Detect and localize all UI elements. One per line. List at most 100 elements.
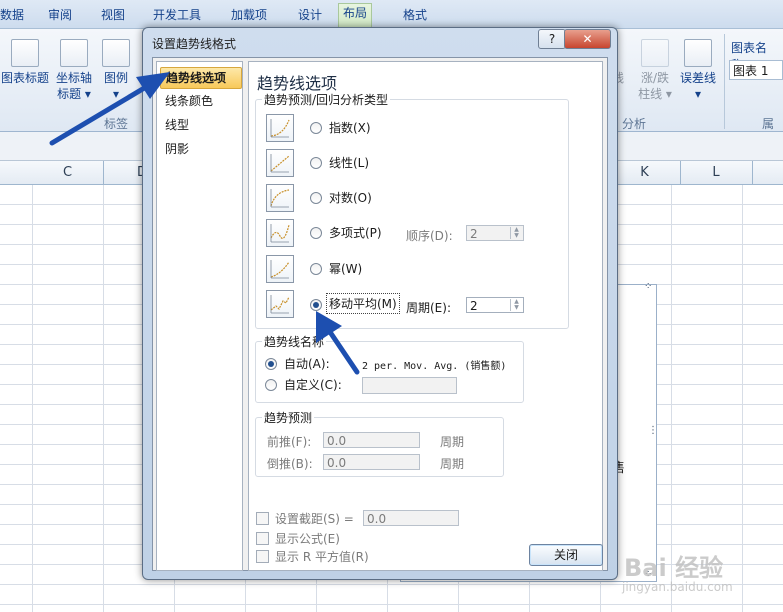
nav-item-shadow[interactable]: 阴影	[160, 139, 240, 159]
watermark: Bai 经验 jingyan.baidu.com	[604, 540, 779, 606]
forecast-group-label: 趋势预测	[262, 409, 315, 426]
exponential-label: 指数(X)	[329, 121, 371, 135]
tab-developer[interactable]: 开发工具	[153, 6, 201, 23]
backward-input[interactable]: 0.0	[323, 454, 420, 470]
options-panel: 趋势线选项 趋势预测/回归分析类型 指数(X) 线性(L) 对数(O) 多项式(…	[248, 61, 603, 571]
dialog-client-area: 趋势线选项 线条颜色 线型 阴影 趋势线选项 趋势预测/回归分析类型 指数(X)…	[152, 57, 608, 571]
nav-item-line-style[interactable]: 线型	[160, 115, 240, 135]
analysis-group-label: 分析	[622, 117, 647, 131]
watermark-url: jingyan.baidu.com	[622, 580, 733, 594]
power-trend-icon	[270, 260, 290, 279]
set-intercept-label: 设置截距(S) =	[275, 512, 354, 526]
nav-item-trendline-options[interactable]: 趋势线选项	[160, 67, 242, 89]
logarithmic-trend-icon	[266, 184, 294, 212]
watermark-logo: Bai 经验	[624, 554, 724, 582]
tab-data[interactable]: 数据	[0, 6, 24, 23]
moving-average-radio[interactable]	[310, 299, 322, 311]
show-equation-label: 显示公式(E)	[275, 532, 340, 546]
polynomial-trend-icon	[266, 219, 294, 247]
spin-arrows-icon[interactable]: ▲ ▼	[510, 227, 522, 239]
logarithmic-label: 对数(O)	[329, 191, 372, 205]
tab-design[interactable]: 设计	[298, 6, 322, 23]
trendline-name-group-label: 趋势线名称	[262, 333, 327, 350]
help-icon: ?	[548, 32, 556, 46]
polynomial-label: 多项式(P)	[329, 226, 382, 240]
show-r-squared-checkbox[interactable]	[256, 550, 269, 563]
tab-review[interactable]: 审阅	[48, 6, 72, 23]
legend-icon	[102, 39, 130, 67]
error-bars-button[interactable]: 误差线 ▾	[677, 39, 719, 102]
moving-average-trend-icon	[266, 290, 294, 318]
auto-name-label: 自动(A):	[284, 357, 330, 371]
forward-unit: 周期	[440, 435, 465, 449]
error-bars-icon	[684, 39, 712, 67]
intercept-input[interactable]: 0.0	[363, 510, 459, 526]
dialog-title: 设置趋势线格式	[152, 37, 237, 51]
chart-title-icon	[11, 39, 39, 67]
tab-layout[interactable]: 布局	[338, 3, 373, 29]
auto-name-value: 2 per. Mov. Avg. (销售额)	[362, 361, 507, 372]
show-r-squared-label: 显示 R 平方值(R)	[275, 550, 369, 564]
legend-button[interactable]: 图例 ▾	[98, 39, 134, 102]
close-button[interactable]: 关闭	[529, 544, 603, 566]
period-stepper[interactable]: 2 ▲ ▼	[466, 297, 524, 313]
order-stepper[interactable]: 2 ▲ ▼	[466, 225, 524, 241]
custom-name-radio[interactable]	[265, 379, 277, 391]
power-radio[interactable]	[310, 263, 322, 275]
axis-title-button[interactable]: 坐标轴 标题 ▾	[52, 39, 96, 102]
linear-trend-icon	[270, 154, 290, 173]
trendline-name-group: 趋势线名称 自动(A): 2 per. Mov. Avg. (销售额) 自定义(…	[255, 333, 524, 403]
logarithmic-trend-icon	[270, 189, 290, 208]
logarithmic-radio[interactable]	[310, 192, 322, 204]
exponential-trend-icon	[266, 114, 294, 142]
linear-label: 线性(L)	[329, 156, 370, 170]
set-intercept-checkbox[interactable]	[256, 512, 269, 525]
exponential-trend-icon	[270, 119, 290, 138]
power-label: 幂(W)	[329, 262, 363, 276]
show-equation-checkbox[interactable]	[256, 532, 269, 545]
custom-name-label: 自定义(C):	[284, 378, 342, 392]
ribbon-tab-bar: 数据 审阅 视图 开发工具 加载项 设计 布局 格式	[0, 0, 783, 29]
up-down-bars-icon	[641, 39, 669, 67]
linear-trend-icon	[266, 149, 294, 177]
axis-title-icon	[60, 39, 88, 67]
group-separator	[724, 34, 725, 129]
custom-name-input[interactable]	[362, 377, 457, 394]
tab-format[interactable]: 格式	[403, 6, 427, 23]
order-label: 顺序(D):	[406, 229, 453, 243]
close-icon: ✕	[582, 32, 593, 46]
chart-resize-handle[interactable]: ⁘	[644, 281, 652, 292]
up-down-bars-button[interactable]: 涨/跌 柱线 ▾	[634, 39, 676, 102]
column-header-c[interactable]: C	[32, 161, 104, 184]
column-header-k[interactable]: K	[609, 161, 681, 184]
help-button[interactable]: ?	[538, 29, 566, 49]
exponential-radio[interactable]	[310, 122, 322, 134]
tab-view[interactable]: 视图	[101, 6, 125, 23]
moving-average-label: 移动平均(M)	[326, 293, 400, 314]
category-nav: 趋势线选项 线条颜色 线型 阴影	[156, 61, 243, 571]
moving-average-trend-icon	[270, 295, 290, 314]
close-window-button[interactable]: ✕	[564, 29, 611, 49]
format-trendline-dialog: 设置趋势线格式 ? ✕ 趋势线选项 线条颜色 线型 阴影 趋势线选项 趋势预测/…	[142, 27, 618, 580]
column-header-l[interactable]: L	[680, 161, 753, 184]
backward-unit: 周期	[440, 457, 465, 471]
forward-input[interactable]: 0.0	[323, 432, 420, 448]
spin-arrows-icon[interactable]: ▲ ▼	[510, 299, 522, 311]
trendline-type-group: 趋势预测/回归分析类型 指数(X) 线性(L) 对数(O) 多项式(P) 顺序(…	[255, 91, 569, 329]
power-trend-icon	[266, 255, 294, 283]
backward-label: 倒推(B):	[267, 457, 313, 471]
tab-addins[interactable]: 加载项	[231, 6, 267, 23]
polynomial-trend-icon	[270, 224, 290, 243]
trendline-type-group-label: 趋势预测/回归分析类型	[262, 91, 391, 108]
period-label: 周期(E):	[406, 301, 451, 315]
chart-title-button[interactable]: 图表标题	[0, 39, 50, 86]
polynomial-radio[interactable]	[310, 227, 322, 239]
auto-name-radio[interactable]	[265, 358, 277, 370]
forward-label: 前推(F):	[267, 435, 312, 449]
forecast-group: 趋势预测 前推(F): 0.0 周期 倒推(B): 0.0 周期	[255, 409, 504, 477]
nav-item-line-color[interactable]: 线条颜色	[160, 91, 240, 111]
labels-group-label: 标签	[104, 117, 129, 131]
chart-resize-handle[interactable]: ⋮	[648, 425, 658, 436]
linear-radio[interactable]	[310, 157, 322, 169]
chart-name-field[interactable]: 图表 1	[729, 60, 783, 80]
